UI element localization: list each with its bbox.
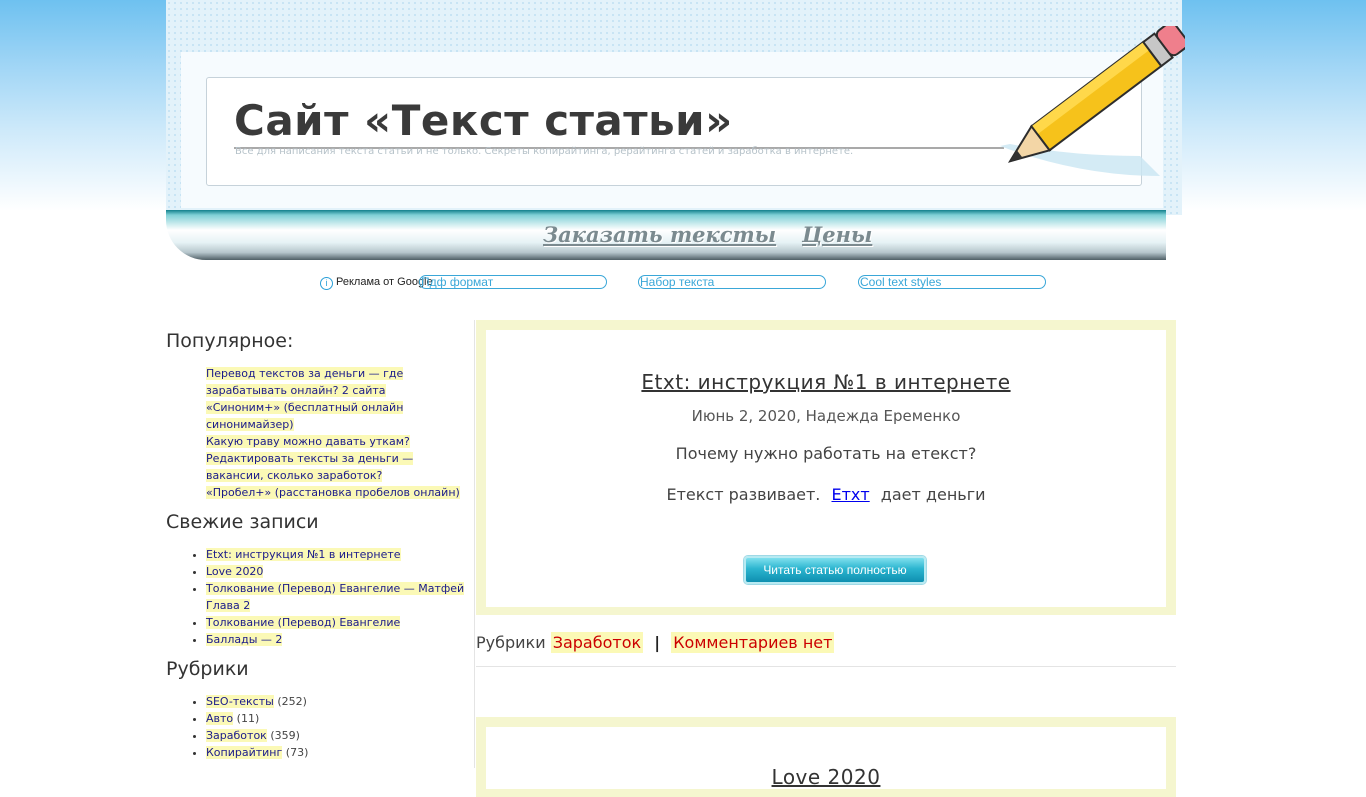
list-item: Перевод текстов за деньги — где зарабаты… [206, 365, 471, 399]
category-link[interactable]: Авто [206, 712, 234, 725]
post-text-link[interactable]: Етхт [831, 485, 869, 504]
category-count: (252) [277, 695, 307, 708]
list-item: Love 2020 [206, 563, 471, 580]
post-footer-separator: | [654, 633, 661, 652]
list-item: Какую траву можно давать уткам? [206, 433, 471, 450]
ad-label: i Реклама от Google [320, 276, 433, 290]
post-category-link[interactable]: Заработок [550, 632, 644, 653]
recent-list: Etxt: инструкция №1 в интернете Love 202… [166, 546, 471, 648]
category-count: (359) [270, 729, 300, 742]
post-text-line1: Почему нужно работать на етекст? [675, 444, 977, 463]
list-item: Заработок (359) [206, 727, 471, 744]
sidebar: Популярное: Перевод текстов за деньги — … [166, 320, 471, 761]
recent-link[interactable]: Love 2020 [206, 565, 264, 578]
categories-list: SEO-тексты (252) Авто (11) Заработок (35… [166, 693, 471, 761]
recent-link[interactable]: Толкование (Перевод) Евангелие [206, 616, 401, 629]
list-item: Etxt: инструкция №1 в интернете [206, 546, 471, 563]
category-link[interactable]: Копирайтинг [206, 746, 283, 759]
list-item: «Синоним+» (бесплатный онлайн синонимайз… [206, 399, 471, 433]
recent-link[interactable]: Баллады — 2 [206, 633, 283, 646]
recent-title: Свежие записи [166, 511, 319, 533]
info-icon[interactable]: i [320, 277, 333, 290]
post-text-after: дает деньги [880, 485, 986, 504]
category-link[interactable]: Заработок [206, 729, 267, 742]
nav-prices[interactable]: Цены [802, 222, 872, 247]
recent-link[interactable]: Etxt: инструкция №1 в интернете [206, 548, 401, 561]
list-item: Толкование (Перевод) Евангелие [206, 614, 471, 631]
post-text-line2: Етекст развивает. Етхт дает деньги [486, 485, 1166, 504]
site-tagline: Все для написания текста статьи и не тол… [235, 146, 854, 157]
post-card: Etxt: инструкция №1 в интернете Июнь 2, … [476, 320, 1176, 615]
post-comments-link[interactable]: Комментариев нет [671, 632, 835, 653]
list-item: Баллады — 2 [206, 631, 471, 648]
post-title[interactable]: Etxt: инструкция №1 в интернете [486, 370, 1166, 394]
category-count: (11) [236, 712, 260, 725]
pencil-icon [1000, 26, 1185, 176]
nav-order-texts[interactable]: Заказать тексты [543, 222, 776, 247]
list-item: Редактировать тексты за деньги — ваканси… [206, 450, 471, 484]
post-card: Love 2020 [476, 717, 1176, 797]
list-item: Копирайтинг (73) [206, 744, 471, 761]
popular-title: Популярное: [166, 330, 294, 352]
list-item: Толкование (Перевод) Евангелие — Матфей … [206, 580, 471, 614]
popular-list: Перевод текстов за деньги — где зарабаты… [166, 365, 471, 501]
sidebar-divider [474, 320, 475, 768]
category-link[interactable]: SEO-тексты [206, 695, 274, 708]
list-item: SEO-тексты (252) [206, 693, 471, 710]
ad-link-3[interactable]: Cool text styles [858, 275, 1046, 289]
post-divider [476, 666, 1176, 667]
read-more-button[interactable]: Читать статью полностью [744, 556, 926, 584]
popular-link[interactable]: Перевод текстов за деньги — где зарабаты… [206, 367, 404, 397]
post-footer: Рубрики Заработок | Комментариев нет [476, 632, 835, 653]
site-title[interactable]: Сайт «Текст статьи» [234, 96, 733, 145]
ad-link-2[interactable]: Набор текста [638, 275, 826, 289]
list-item: «Пробел+» (расстановка пробелов онлайн) [206, 484, 471, 501]
popular-link[interactable]: «Синоним+» (бесплатный онлайн синонимайз… [206, 401, 404, 431]
post-meta: Июнь 2, 2020, Надежда Еременко [691, 407, 961, 425]
popular-link[interactable]: Какую траву можно давать уткам? [206, 435, 410, 448]
category-count: (73) [285, 746, 309, 759]
post-inner: Love 2020 [486, 727, 1166, 789]
post-text-before: Етекст развивает. [666, 485, 821, 504]
categories-title: Рубрики [166, 658, 249, 680]
ad-link-1[interactable]: Пдф формат [419, 275, 607, 289]
post-footer-label: Рубрики [476, 633, 546, 652]
recent-link[interactable]: Толкование (Перевод) Евангелие — Матфей … [206, 582, 465, 612]
list-item: Авто (11) [206, 710, 471, 727]
post-title[interactable]: Love 2020 [486, 765, 1166, 789]
popular-link[interactable]: Редактировать тексты за деньги — ваканси… [206, 452, 414, 482]
popular-link[interactable]: «Пробел+» (расстановка пробелов онлайн) [206, 486, 460, 499]
post-inner: Etxt: инструкция №1 в интернете Июнь 2, … [486, 330, 1166, 607]
